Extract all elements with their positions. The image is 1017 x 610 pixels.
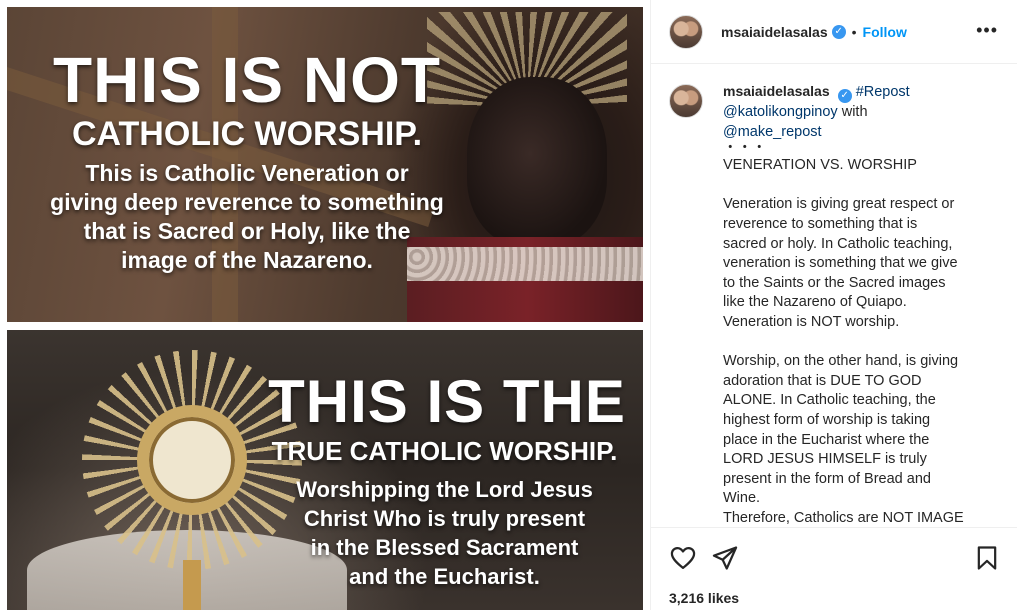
caption-line: like the Nazareno of Quiapo. — [723, 294, 907, 311]
caption-area: msaiaidelasalas ✓ #Repost @katolikongpin… — [669, 82, 1009, 526]
top-panel-subheadline: CATHOLIC WORSHIP. — [71, 115, 423, 153]
follow-button[interactable]: Follow — [863, 24, 907, 40]
top-panel-body: This is Catholic Veneration or giving de… — [37, 159, 457, 275]
caption-line: reverence to something that is — [723, 215, 918, 232]
caption-text: msaiaidelasalas ✓ #Repost @katolikongpin… — [723, 82, 1008, 526]
caption-line: present in the form of Bread and — [723, 470, 931, 487]
bookmark-icon[interactable] — [973, 544, 1001, 572]
caption-line: Veneration is NOT worship. — [723, 313, 900, 330]
bottom-panel-body-line: Christ Who is truly present — [303, 506, 586, 531]
top-panel-headline: THIS IS NOT — [53, 44, 441, 116]
author-avatar[interactable] — [669, 14, 703, 49]
caption-with-word: with — [841, 104, 868, 120]
header-separator: • — [851, 23, 857, 40]
caption-line: Veneration is giving great respect or — [723, 196, 955, 213]
monstrance-stem-decoration — [183, 560, 201, 610]
repost-hashtag-link[interactable]: #Repost — [856, 84, 910, 100]
likes-count[interactable]: 3,216 likes — [669, 590, 739, 606]
caption-paragraph-gap — [723, 333, 1008, 353]
bottom-panel-headline: THIS IS THE — [268, 368, 626, 435]
caption-line: Worship, on the other hand, is giving — [723, 353, 959, 370]
top-panel-body-line: that is Sacred or Holy, like the — [83, 218, 411, 244]
caption-line: Wine. — [723, 490, 761, 507]
author-username[interactable]: msaiaidelasalas — [721, 24, 828, 40]
top-panel-body-line: image of the Nazareno. — [121, 247, 373, 273]
monstrance-host-decoration — [137, 405, 247, 515]
bottom-image-panel: THIS IS THE TRUE CATHOLIC WORSHIP. Worsh… — [7, 330, 643, 610]
caption-line: LORD JESUS HIMSELF is truly — [723, 451, 927, 468]
nazareno-statue-figure — [467, 77, 607, 247]
bottom-panel-body: Worshipping the Lord Jesus Christ Who is… — [262, 475, 627, 591]
bottom-panel-body-line: and the Eucharist. — [349, 564, 540, 589]
post-actions-bar: 3,216 likes — [651, 527, 1017, 610]
paper-plane-icon[interactable] — [711, 544, 739, 572]
more-options-icon[interactable]: ••• — [976, 20, 998, 41]
post-media[interactable]: THIS IS NOT CATHOLIC WORSHIP. This is Ca… — [0, 0, 650, 610]
verified-badge-icon: ✓ — [837, 89, 852, 103]
caption-line: sacred or holy. In Catholic teaching, — [723, 235, 953, 252]
caption-line: ALONE. In Catholic teaching, the — [723, 392, 936, 409]
verified-badge-icon: ✓ — [831, 24, 846, 39]
caption-line: veneration is something that we give — [723, 255, 958, 272]
caption-line: adoration that is DUE TO GOD — [723, 372, 922, 389]
bottom-panel-body-line: in the Blessed Sacrament — [310, 535, 579, 560]
caption-avatar[interactable] — [669, 84, 703, 118]
caption-username[interactable]: msaiaidelasalas — [723, 83, 830, 99]
caption-line: Therefore, Catholics are NOT IMAGE — [723, 509, 964, 526]
heart-icon[interactable] — [669, 544, 697, 572]
top-panel-body-line: This is Catholic Veneration or — [85, 160, 409, 186]
caption-paragraph-gap — [723, 176, 1008, 196]
top-image-panel: THIS IS NOT CATHOLIC WORSHIP. This is Ca… — [7, 7, 643, 322]
caption-line: to the Saints or the Sacred images — [723, 274, 946, 291]
tool-handle-link[interactable]: @make_repost — [723, 124, 822, 140]
bottom-panel-subheadline: TRUE CATHOLIC WORSHIP. — [271, 436, 618, 466]
caption-line: place in the Eucharist where the — [723, 431, 930, 448]
post-header: msaiaidelasalas ✓ • Follow ••• — [651, 0, 1017, 64]
caption-line: highest form of worship is taking — [723, 411, 931, 428]
top-panel-body-line: giving deep reverence to something — [50, 189, 444, 215]
caption-title: VENERATION VS. WORSHIP — [723, 157, 917, 174]
caption-ellipsis: ・・・ — [723, 140, 767, 157]
source-handle-link[interactable]: @katolikongpinoy — [723, 104, 838, 120]
bottom-panel-body-line: Worshipping the Lord Jesus — [296, 477, 593, 502]
post-sidebar: msaiaidelasalas ✓ • Follow ••• msaiaidel… — [650, 0, 1017, 610]
